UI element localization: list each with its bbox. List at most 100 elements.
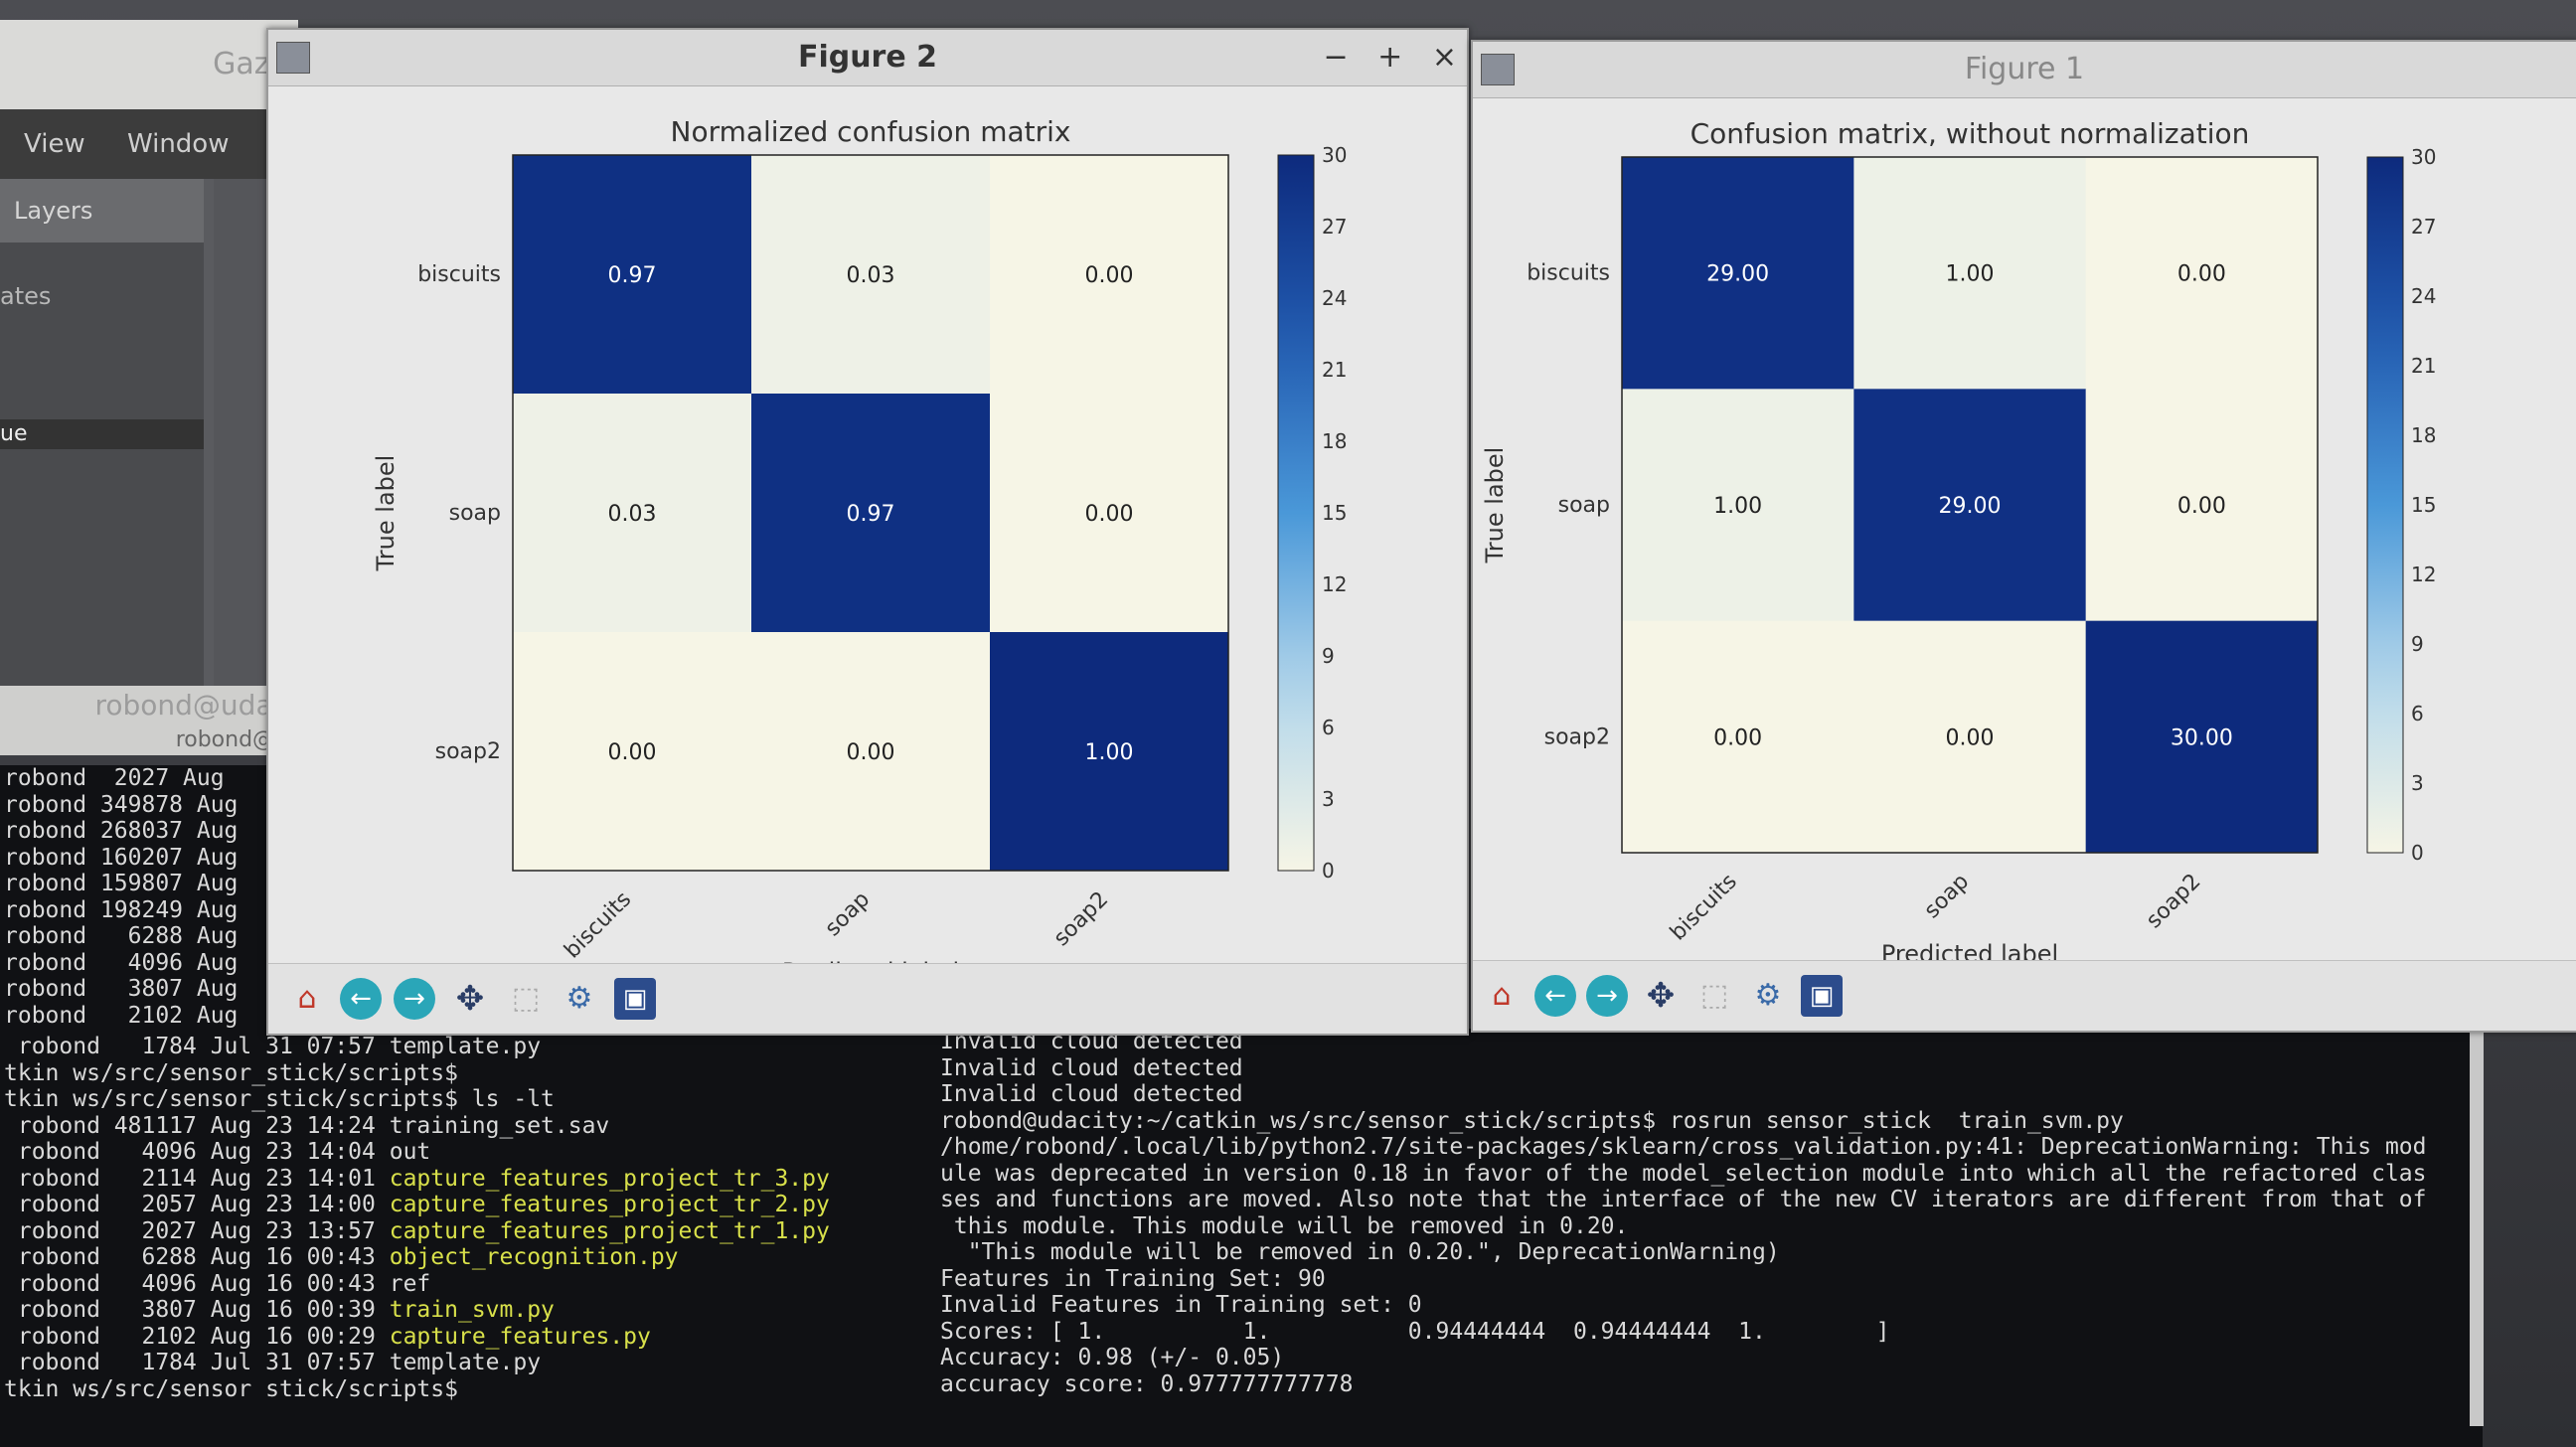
colorbar-tick-label: 6 — [1322, 716, 1335, 739]
menu-view[interactable]: View — [24, 129, 85, 159]
pan-icon[interactable]: ✥ — [1640, 975, 1682, 1017]
filename: capture_features_project_tr_2.py — [389, 1192, 830, 1217]
y-axis-label: True label — [372, 455, 400, 572]
cell-label: 0.00 — [1946, 725, 1995, 750]
cell-label: 29.00 — [1939, 494, 2002, 519]
x-tick-label: soap2 — [2142, 870, 2206, 934]
terminal-line: robond 6288 Aug — [4, 923, 239, 949]
filename: capture_features.py — [389, 1323, 651, 1350]
cell-label: 0.00 — [1713, 725, 1762, 750]
terminal-line: robond 2114 Aug 23 14:01 capture_feature… — [4, 1165, 830, 1192]
cell-label: 0.00 — [847, 740, 895, 765]
x-tick-label: biscuits — [1666, 870, 1742, 946]
colorbar-tick-label: 3 — [1322, 787, 1335, 811]
figure-1-window: Figure 1 Confusion matrix, without norma… — [1471, 40, 2576, 1033]
minimize-button[interactable]: − — [1323, 40, 1348, 75]
colorbar-tick-label: 21 — [1322, 358, 1347, 382]
terminal-line: robond 481117 Aug 23 14:24 training_set.… — [4, 1112, 610, 1139]
cell-label: 0.97 — [847, 502, 895, 527]
figure-2-titlebar[interactable]: Figure 2 − + × — [268, 30, 1467, 86]
save-icon[interactable]: ▣ — [614, 978, 656, 1020]
x-tick-label: soap2 — [1049, 887, 1114, 952]
colorbar-tick-label: 6 — [2411, 702, 2424, 725]
colorbar-tick-label: 21 — [2411, 354, 2436, 378]
cell-label: 0.00 — [2177, 262, 2226, 287]
colorbar-tick-label: 30 — [2411, 145, 2436, 169]
colorbar-tick-label: 15 — [1322, 501, 1347, 525]
close-button[interactable]: × — [1432, 40, 1457, 75]
cell-label: 0.03 — [608, 502, 657, 527]
colorbar-tick-label: 9 — [1322, 644, 1335, 668]
left-terminal-title: robond@udac — [94, 689, 288, 722]
figure-1-toolbar: ⌂ ← → ✥ ⬚ ⚙ ▣ — [1473, 960, 2576, 1031]
home-icon[interactable]: ⌂ — [286, 978, 328, 1020]
left-terminal[interactable]: robond 1784 Jul 31 07:57 template.py tkin… — [0, 1034, 938, 1447]
back-arrow-icon[interactable]: ← — [340, 978, 382, 1020]
colorbar — [2366, 156, 2404, 854]
terminal-line: robond 160207 Aug — [4, 844, 239, 871]
figure-1-title: Figure 1 — [1964, 52, 2085, 86]
figure-1-titlebar[interactable]: Figure 1 — [1473, 42, 2576, 98]
colorbar-tick-label: 24 — [2411, 284, 2436, 308]
confusion-matrix-chart: Confusion matrix, without normalization 2… — [1481, 117, 2436, 961]
gazebo-sidebar: Layers ates ue — [0, 179, 204, 745]
terminal-line: robond 2027 Aug 23 13:57 capture_feature… — [4, 1217, 830, 1244]
terminal-scrollbar[interactable] — [2470, 1029, 2484, 1426]
gazebo-menubar: View Window — [0, 109, 298, 179]
subplot-config-icon[interactable]: ⚙ — [1747, 975, 1789, 1017]
zoom-icon[interactable]: ⬚ — [505, 978, 547, 1020]
figure-1-plot: Confusion matrix, without normalization 2… — [1473, 97, 2576, 961]
y-tick-label: soap2 — [1544, 724, 1610, 749]
terminal-line: Invalid Features in Training set: 0 — [940, 1292, 1422, 1318]
cell-label: 0.00 — [1085, 263, 1134, 288]
cell-label: 1.00 — [1713, 494, 1762, 519]
cell-label: 0.97 — [608, 263, 657, 288]
gazebo-title: Gaze — [0, 20, 298, 109]
x-tick-label: soap — [1920, 870, 1975, 924]
forward-arrow-icon[interactable]: → — [394, 978, 435, 1020]
colorbar-tick-label: 12 — [2411, 563, 2436, 586]
terminal-line: robond 198249 Aug — [4, 896, 239, 923]
y-tick-label: soap2 — [435, 739, 501, 764]
terminal-line: robond 2102 Aug 16 00:29 capture_feature… — [4, 1323, 651, 1350]
save-icon[interactable]: ▣ — [1801, 975, 1843, 1017]
back-arrow-icon[interactable]: ← — [1534, 975, 1576, 1017]
cell-label: 1.00 — [1946, 262, 1995, 287]
filename: capture_features_project_tr_3.py — [389, 1165, 830, 1192]
colorbar-tick-label: 27 — [2411, 215, 2436, 239]
terminal-line: robond 4096 Aug 16 00:43 ref — [4, 1270, 431, 1297]
pan-icon[interactable]: ✥ — [449, 978, 491, 1020]
home-icon[interactable]: ⌂ — [1481, 975, 1523, 1017]
cell-label: 0.03 — [847, 263, 895, 288]
colorbar-tick-label: 0 — [1322, 859, 1335, 883]
left-terminal-subtitle: robond@u — [175, 727, 288, 752]
zoom-icon[interactable]: ⬚ — [1693, 975, 1735, 1017]
colorbar — [1277, 154, 1315, 872]
terminal-line: robond 2057 Aug 23 14:00 capture_feature… — [4, 1192, 830, 1217]
filename: train_svm.py — [389, 1297, 555, 1323]
sidebar-selected-row[interactable]: ue — [0, 419, 204, 449]
colorbar-tick-label: 3 — [2411, 771, 2424, 795]
terminal-line: robond@udacity:~/catkin_ws/src/sensor_st… — [940, 1107, 2124, 1134]
subplot-config-icon[interactable]: ⚙ — [559, 978, 600, 1020]
chart-title: Normalized confusion matrix — [671, 115, 1071, 148]
right-terminal[interactable]: Invalid cloud detected Invalid cloud dete… — [934, 1029, 2483, 1447]
left-terminal-titlebar: robond@udac robond@u — [0, 686, 288, 755]
cell-label: 0.00 — [1085, 502, 1134, 527]
figure-2-window: Figure 2 − + × Normalized confusion matr… — [266, 28, 1469, 1036]
menu-window[interactable]: Window — [127, 129, 230, 159]
terminal-line: robond 1784 Jul 31 07:57 template.py — [4, 1350, 542, 1375]
terminal-line: /home/robond/.local/lib/python2.7/site-p… — [940, 1134, 2427, 1160]
maximize-button[interactable]: + — [1377, 40, 1402, 75]
terminal-line: tkin ws/src/sensor_stick/scripts$ — [4, 1059, 458, 1086]
terminal-line: robond 2027 Aug — [4, 765, 225, 791]
tab-layers[interactable]: Layers — [0, 179, 204, 242]
cell-label: 0.00 — [2177, 494, 2226, 519]
terminal-line: robond 2102 Aug — [4, 1002, 239, 1029]
x-tick-label: biscuits — [560, 887, 636, 964]
forward-arrow-icon[interactable]: → — [1586, 975, 1628, 1017]
colorbar-tick-label: 18 — [1322, 429, 1347, 453]
sidebar-row[interactable]: ates — [0, 242, 204, 310]
terminal-line: robond 4096 Aug — [4, 949, 239, 976]
x-axis-label: Predicted label — [1881, 940, 2058, 961]
